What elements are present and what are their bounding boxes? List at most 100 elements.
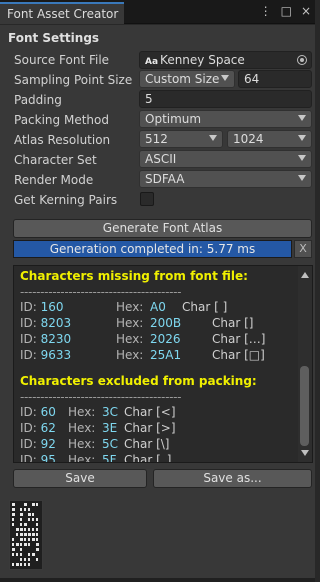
hex-value: 5C [102, 437, 119, 451]
atlas-glyph [24, 533, 27, 536]
render-mode-label: Render Mode [14, 173, 94, 187]
atlas-width-dropdown[interactable]: 512 [139, 130, 223, 148]
save-as-button[interactable]: Save as... [153, 469, 312, 488]
sampling-mode-dropdown[interactable]: Custom Size [139, 70, 235, 88]
padding-value: 5 [145, 92, 153, 106]
hex-value: A0 [150, 300, 166, 314]
atlas-glyph [20, 513, 23, 516]
atlas-glyph [20, 548, 22, 551]
font-file-icon: Aa [145, 57, 159, 67]
atlas-glyph [36, 533, 38, 536]
atlas-width-value: 512 [145, 132, 168, 146]
atlas-glyph [24, 543, 27, 546]
generation-progress-bar: Generation completed in: 5.77 ms [13, 240, 292, 258]
hex-label: Hex: [68, 437, 96, 451]
hex-value: 3E [102, 421, 118, 435]
atlas-glyph [16, 528, 19, 531]
render-mode-dropdown[interactable]: SDFAA [139, 170, 312, 188]
atlas-glyph [12, 563, 14, 566]
char-value: Char [\] [124, 437, 170, 451]
atlas-glyph [32, 533, 35, 536]
id-label: ID: [20, 348, 37, 362]
packing-method-dropdown[interactable]: Optimum [139, 110, 312, 128]
sampling-mode-value: Custom Size [145, 72, 220, 86]
hex-value: 200B [150, 316, 182, 330]
hex-value: 5F [102, 453, 117, 463]
log-scrollbar[interactable] [298, 266, 312, 462]
id-value: 9633 [40, 348, 72, 362]
scroll-up-arrow-icon[interactable] [301, 272, 309, 278]
chevron-down-icon [298, 155, 306, 161]
object-picker-icon[interactable] [297, 55, 307, 65]
scrollbar-thumb[interactable] [300, 366, 309, 446]
id-value: 8203 [40, 316, 72, 330]
atlas-glyph [20, 533, 23, 536]
tab-title: Font Asset Creator [7, 7, 119, 21]
clear-log-button[interactable]: X [294, 240, 312, 258]
font-atlas-preview-image [9, 500, 43, 570]
hex-label: Hex: [116, 300, 144, 314]
atlas-glyph [24, 538, 26, 541]
log-row: ID: 8230 Hex: 2026 Char […] [20, 332, 265, 346]
id-label: ID: [20, 332, 37, 346]
output-log-panel[interactable]: Characters missing from font file: -----… [13, 265, 313, 463]
source-font-label: Source Font File [14, 53, 110, 67]
atlas-glyph [28, 508, 30, 511]
chevron-down-icon [298, 115, 306, 121]
log-row: ID: 95 Hex: 5F Char [_] [20, 453, 171, 463]
save-button[interactable]: Save [13, 469, 147, 488]
progress-status-text: Generation completed in: 5.77 ms [49, 242, 256, 256]
atlas-glyph [12, 503, 15, 506]
character-set-dropdown[interactable]: ASCII [139, 150, 312, 168]
font-atlas-glyphs [12, 503, 39, 566]
char-value: Char [_] [124, 453, 172, 463]
hex-label: Hex: [68, 421, 96, 435]
atlas-glyph [12, 513, 15, 516]
packing-method-value: Optimum [145, 112, 202, 126]
atlas-glyph [36, 538, 38, 541]
source-font-field[interactable]: Aa Kenney Space [139, 51, 312, 69]
atlas-glyph [16, 553, 18, 556]
atlas-glyph [28, 563, 30, 566]
sampling-size-input[interactable]: 64 [238, 70, 312, 88]
window-titlebar: Font Asset Creator ⋮ □ × [0, 0, 315, 24]
atlas-glyph [12, 538, 14, 541]
vertical-ellipsis-icon[interactable]: ⋮ [260, 4, 272, 18]
chevron-down-icon [221, 75, 229, 81]
close-icon[interactable]: × [301, 4, 311, 18]
id-label: ID: [20, 316, 37, 330]
atlas-glyph [28, 518, 30, 521]
kerning-pairs-label: Get Kerning Pairs [14, 193, 118, 207]
atlas-glyph [28, 533, 31, 536]
atlas-glyph [28, 538, 30, 541]
hex-label: Hex: [68, 405, 96, 419]
id-label: ID: [20, 300, 37, 314]
log-row: ID: 62 Hex: 3E Char [>] [20, 421, 176, 435]
generate-font-atlas-button[interactable]: Generate Font Atlas [13, 219, 312, 238]
atlas-resolution-label: Atlas Resolution [14, 133, 111, 147]
kerning-pairs-checkbox[interactable] [140, 192, 154, 206]
atlas-glyph [12, 553, 14, 556]
atlas-glyph [36, 518, 38, 521]
atlas-glyph [20, 508, 22, 511]
hex-value: 3C [102, 405, 119, 419]
atlas-glyph [12, 508, 15, 511]
scroll-down-arrow-icon[interactable] [301, 450, 309, 456]
char-value: Char [<] [124, 405, 176, 419]
tab-font-asset-creator[interactable]: Font Asset Creator [0, 2, 124, 24]
id-value: 160 [40, 300, 64, 314]
id-value: 60 [40, 405, 56, 419]
atlas-glyph [20, 553, 22, 556]
panel-resize-bar[interactable] [0, 578, 315, 582]
atlas-glyph [36, 528, 38, 531]
atlas-height-dropdown[interactable]: 1024 [227, 130, 312, 148]
atlas-glyph [16, 543, 19, 546]
atlas-glyph [28, 528, 30, 531]
padding-input[interactable]: 5 [139, 90, 312, 108]
log-row: ID: 92 Hex: 5C Char [\] [20, 437, 170, 451]
id-label: ID: [20, 437, 37, 451]
chevron-down-icon [298, 175, 306, 181]
id-value: 95 [40, 453, 56, 463]
atlas-glyph [20, 543, 22, 546]
maximize-icon[interactable]: □ [281, 4, 292, 18]
